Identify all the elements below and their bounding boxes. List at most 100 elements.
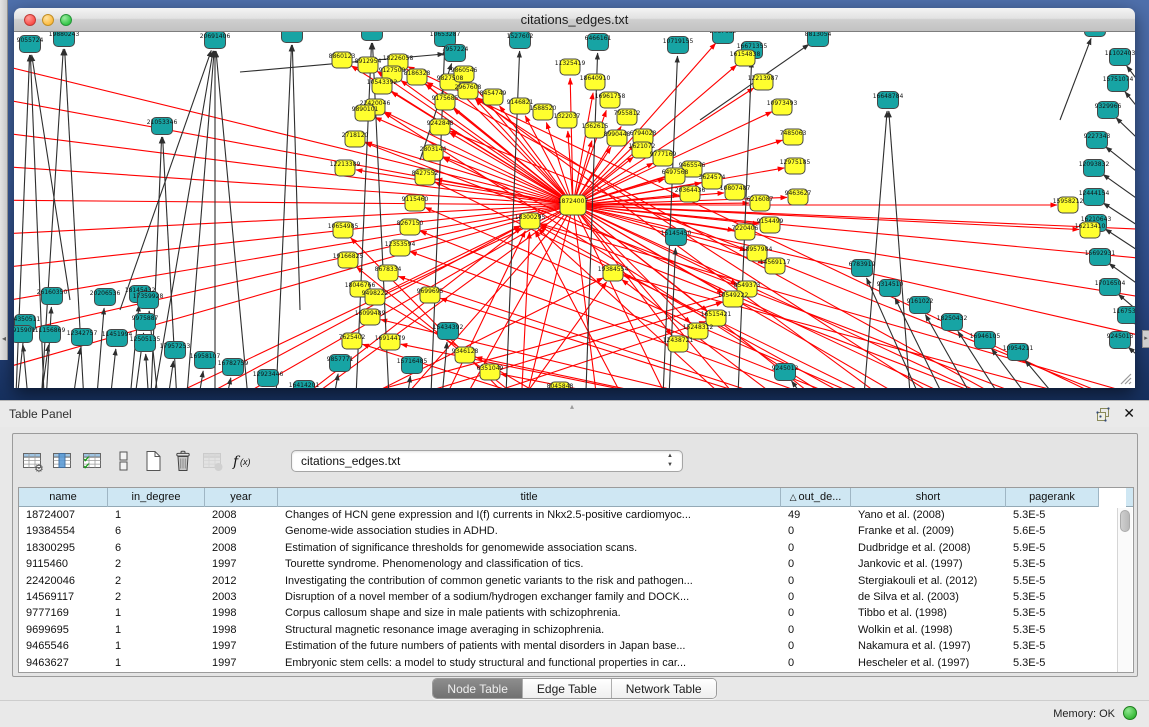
network-node-label: 10719155 — [663, 38, 694, 45]
table-cell: Genome-wide association studies in ADHD. — [278, 523, 781, 539]
table-cell: 0 — [781, 655, 851, 671]
network-node-label: 16099489 — [355, 310, 386, 317]
table-cell: 2008 — [205, 507, 278, 523]
table-cell: Investigating the contribution of common… — [278, 573, 781, 589]
network-node-label: 9463627 — [785, 190, 812, 197]
network-node-label: 6466161 — [585, 35, 612, 42]
network-window-titlebar[interactable]: citations_edges.txt — [14, 8, 1135, 32]
network-node-label: 8549373 — [734, 282, 761, 289]
network-node-label: 21053346 — [147, 119, 178, 126]
table-row[interactable]: 2242004622012Investigating the contribut… — [19, 573, 1133, 589]
network-node-label: 18046766 — [345, 282, 376, 289]
network-node-label: 7485063 — [780, 130, 807, 137]
row-height-icon[interactable] — [109, 447, 136, 474]
column-header-year[interactable]: year — [205, 488, 278, 507]
column-header-name[interactable]: name — [19, 488, 108, 507]
column-header-out_de[interactable]: △out_de... — [781, 488, 851, 507]
network-window[interactable]: citations_edges.txt 90557241988024320691… — [14, 8, 1135, 388]
column-header-in_degree[interactable]: in_degree — [108, 488, 205, 507]
network-node-label: 19880243 — [49, 32, 80, 38]
network-node-label: 10973493 — [767, 100, 798, 107]
network-node-label: 19166825 — [333, 253, 364, 260]
column-header-title[interactable]: title — [278, 488, 781, 507]
table-cell: 5.3E-5 — [1006, 556, 1099, 572]
table-cell: 18724007 — [19, 507, 108, 523]
network-node-label: 16958107 — [190, 353, 221, 360]
network-node-label: 9245012 — [772, 365, 799, 372]
network-node-label: 10954211 — [1003, 345, 1034, 352]
table-row[interactable]: 1830029562008Estimation of significance … — [19, 540, 1133, 556]
tab-network-table[interactable]: Network Table — [612, 679, 716, 699]
network-node-label: 8813054 — [805, 32, 832, 38]
network-node-label: 18250432 — [937, 315, 968, 322]
table-row[interactable]: 946554611997Estimation of the future num… — [19, 638, 1133, 654]
table-cell: 0 — [781, 605, 851, 621]
new-table-icon[interactable] — [139, 447, 166, 474]
table-cell: 0 — [781, 638, 851, 654]
table-tabs-row: Node TableEdge TableNetwork Table — [0, 677, 1149, 700]
table-row[interactable]: 1456911722003Disruption of a novel membe… — [19, 589, 1133, 605]
column-header-short[interactable]: short — [851, 488, 1006, 507]
network-node-label: 16671355 — [737, 43, 768, 50]
network-node-label: 16154838 — [730, 51, 761, 58]
right-panel-handle-icon[interactable]: ▸ — [1142, 330, 1149, 348]
network-node-label: 8267150 — [397, 220, 424, 227]
table-container: ⚙ ✔✔ f(x) citations_edges.txt ▲▼ namein_de… — [12, 433, 1138, 677]
table-cell: 0 — [781, 622, 851, 638]
table-row[interactable]: 946362711997Embryonic stem cells: a mode… — [19, 655, 1133, 671]
collapsed-control-panel-edge[interactable] — [0, 0, 8, 360]
network-node-label: 10807487 — [720, 185, 751, 192]
network-node[interactable] — [1085, 32, 1106, 37]
tab-node-table[interactable]: Node Table — [433, 679, 523, 699]
network-node-label: 16648784 — [873, 93, 904, 100]
column-header-pagerank[interactable]: pagerank — [1006, 488, 1099, 507]
close-panel-icon[interactable]: ✕ — [1123, 405, 1135, 422]
table-cell: 1998 — [205, 605, 278, 621]
network-node-label: 2718120 — [342, 132, 369, 139]
network-node-label: 11451994 — [102, 331, 133, 338]
table-cell: de Silva et al. (2003) — [851, 589, 1006, 605]
network-node-label: 3915901 — [14, 327, 36, 334]
table-row[interactable]: 977716911998Corpus callosum shape and si… — [19, 605, 1133, 621]
network-node-label: 26160350 — [37, 289, 68, 296]
table-cell: Jankovic et al. (1997) — [851, 556, 1006, 572]
scrollbar-thumb[interactable] — [1120, 510, 1130, 532]
network-node-label: 18531045 — [277, 32, 308, 34]
panel-drag-grip-icon[interactable]: ▴ — [570, 402, 574, 411]
network-node[interactable] — [362, 32, 383, 41]
table-cell: 9777169 — [19, 605, 108, 621]
left-panel-handle-icon[interactable]: ◂ — [0, 331, 8, 347]
network-canvas[interactable]: 9055724198802432069140618531045166514051… — [14, 32, 1135, 388]
network-node-label: 10549222 — [718, 292, 749, 299]
table-panel-header[interactable]: ▴ Table Panel ✕ — [0, 400, 1149, 427]
network-select-dropdown[interactable]: citations_edges.txt ▲▼ — [291, 450, 683, 472]
function-builder-icon[interactable]: f(x) — [229, 447, 256, 474]
table-cell: Tibbo et al. (1998) — [851, 605, 1006, 621]
import-table-icon[interactable] — [199, 447, 226, 474]
table-row[interactable]: 1938455462009Genome-wide association stu… — [19, 523, 1133, 539]
table-row[interactable]: 969969511998Structural magnetic resonanc… — [19, 622, 1133, 638]
table-toolbar: ⚙ ✔✔ f(x) citations_edges.txt ▲▼ — [13, 434, 1137, 487]
show-columns-icon[interactable] — [49, 447, 76, 474]
network-node-label: 6794028 — [630, 130, 657, 137]
vertical-scrollbar[interactable] — [1117, 508, 1132, 672]
table-cell: 0 — [781, 540, 851, 556]
select-rows-icon[interactable]: ✔✔ — [79, 447, 106, 474]
table-settings-icon[interactable]: ⚙ — [19, 447, 46, 474]
table-cell: 18300295 — [19, 540, 108, 556]
dropdown-stepper-icon: ▲▼ — [665, 452, 675, 472]
network-node-label: 1621072 — [629, 143, 656, 150]
table-cell: 22420046 — [19, 573, 108, 589]
network-node-label: 10543392 — [367, 79, 398, 86]
network-node-label: 9498222 — [362, 290, 389, 297]
table-cell: 1 — [108, 638, 205, 654]
table-row[interactable]: 911546021997Tourette syndrome. Phenomeno… — [19, 556, 1133, 572]
tab-edge-table[interactable]: Edge Table — [523, 679, 612, 699]
resize-grip-icon[interactable] — [1117, 370, 1133, 386]
table-cell: 2 — [108, 556, 205, 572]
float-panel-icon[interactable] — [1095, 406, 1111, 422]
panel-title: Table Panel — [9, 407, 72, 421]
table-cell: 2003 — [205, 589, 278, 605]
delete-table-icon[interactable] — [169, 447, 196, 474]
table-row[interactable]: 1872400712008Changes of HCN gene express… — [19, 507, 1133, 523]
